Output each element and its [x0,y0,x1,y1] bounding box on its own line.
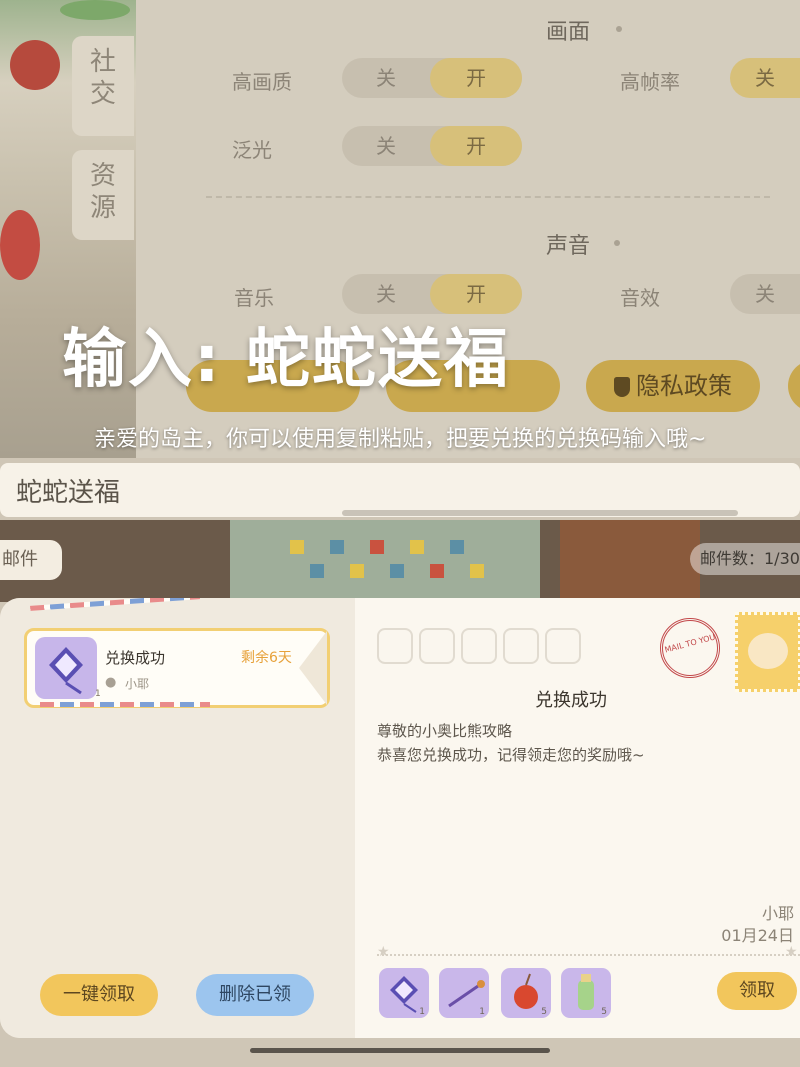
slot [419,628,455,664]
shield-icon [614,377,630,397]
mail-list-item[interactable]: 1 兑换成功 ● 小耶 剩余6天 [24,628,330,708]
mail-item-title: 兑换成功 [105,649,166,667]
toggle-off[interactable]: 关 [730,274,800,314]
slot [503,628,539,664]
privacy-policy-button[interactable]: 隐私政策 [586,360,760,412]
airmail-stripe [30,598,200,611]
toggle-high-framerate[interactable]: 关 [730,58,800,98]
mail-signature: 小耶 [761,904,794,923]
mail-subject: 兑换成功 [535,690,607,711]
scene-tile [330,540,344,554]
mail-item-remaining: 剩余6天 [241,650,292,666]
side-tab-social[interactable]: 社交 [72,36,134,136]
redeem-code-bar [0,463,800,517]
postmark-stamp: MAIL TO YOU [660,618,720,678]
scene-tile [470,564,484,578]
toggle-on[interactable]: 开 [430,58,522,98]
privacy-policy-label: 隐私政策 [636,372,732,400]
bear-face-icon [748,633,788,669]
item-count: 1 [95,689,101,699]
attachment-kite[interactable]: 1 [379,968,429,1018]
kite-icon-graphic [49,647,83,695]
scene-decoration [10,40,60,90]
more-button[interactable] [788,360,800,412]
claim-all-button[interactable]: 一键领取 [40,974,158,1016]
option-label-bloom: 泛光 [232,138,272,162]
kite-icon: 1 [35,637,101,699]
scene-tile [410,540,424,554]
slot [377,628,413,664]
mail-count: 邮件数：1/300 [690,543,800,575]
divider [206,196,770,198]
scene-tile [290,540,304,554]
scene-tile [450,540,464,554]
mail-body: 恭喜您兑换成功，记得领走您的奖励哦~ [377,746,645,764]
scene-cabinet [560,520,700,602]
home-indicator [250,1048,550,1053]
scene-tile [390,564,404,578]
mail-date: 01月24日 [721,926,794,945]
attachment-count: 1 [479,1007,485,1017]
section-title-picture: 画面 [546,20,591,45]
slot [545,628,581,664]
attachment-count: 5 [541,1007,547,1017]
scene-tile [310,564,324,578]
toggle-bloom[interactable]: 关 开 [342,126,522,166]
side-tab-label: 资源 [89,161,116,223]
toggle-off[interactable]: 关 [730,58,800,98]
scene-decoration [60,0,130,20]
mail-greeting: 尊敬的小奥比熊攻略 [377,722,513,740]
toggle-off[interactable]: 关 [342,58,430,98]
star-icon: ★ [377,944,390,960]
toggle-sound-effects[interactable]: 关 [730,274,800,314]
delete-read-button[interactable]: 删除已领 [196,974,314,1016]
attachment-candy-apple[interactable]: 5 [501,968,551,1018]
scene-decoration [0,210,40,280]
option-label-music: 音乐 [234,286,274,310]
attachment-count: 5 [601,1007,607,1017]
mail-detail-pane: MAIL TO YOU 兑换成功 尊敬的小奥比熊攻略 恭喜您兑换成功，记得领走您… [355,598,800,1038]
option-label-high-quality: 高画质 [232,70,292,94]
star-icon: ★ [785,944,798,960]
section-dot [614,240,620,246]
postmark-text: MAIL TO YOU [663,632,717,655]
paste-hint: 亲爱的岛主，你可以使用复制粘贴，把要兑换的兑换码输入哦~ [94,427,707,452]
scene-tile [430,564,444,578]
mail-tab[interactable]: 邮件 [0,540,62,580]
settings-panel: 社交 资源 画面 高画质 关 开 高帧率 关 泛光 关 开 声音 音乐 关 开 … [0,0,800,458]
side-tab-resources[interactable]: 资源 [72,150,134,240]
side-tab-label: 社交 [89,47,116,109]
scene-wall [230,520,540,602]
scene-tile [350,564,364,578]
attachment-divider [377,954,800,956]
scene-tile [370,540,384,554]
toggle-off[interactable]: 关 [342,126,430,166]
mail-header-background [0,520,800,602]
section-dot [616,26,622,32]
toggle-high-quality[interactable]: 关 开 [342,58,522,98]
user-icon: ● [105,675,117,690]
mail-window: 1 兑换成功 ● 小耶 剩余6天 一键领取 删除已领 MAIL TO YOU 兑… [0,598,800,1038]
option-label-high-framerate: 高帧率 [620,70,680,94]
input-scroll-indicator [342,510,738,516]
envelope-flap [299,631,327,705]
overlay-title: 输入: 蛇蛇送福 [62,323,510,397]
airmail-stripe [40,702,210,707]
toggle-on[interactable]: 开 [430,126,522,166]
mail-list-pane: 1 兑换成功 ● 小耶 剩余6天 一键领取 删除已领 [0,598,355,1038]
mail-item-sender: 小耶 [125,677,150,691]
postage-stamp [735,612,800,692]
section-title-sound: 声音 [546,234,591,259]
attachment-bottle[interactable]: 5 [561,968,611,1018]
option-label-sound-effects: 音效 [620,286,660,310]
attachment-count: 1 [419,1007,425,1017]
slot [461,628,497,664]
redeem-code-input[interactable] [0,463,800,517]
attachment-wand[interactable]: 1 [439,968,489,1018]
claim-button[interactable]: 领取 [717,972,797,1010]
